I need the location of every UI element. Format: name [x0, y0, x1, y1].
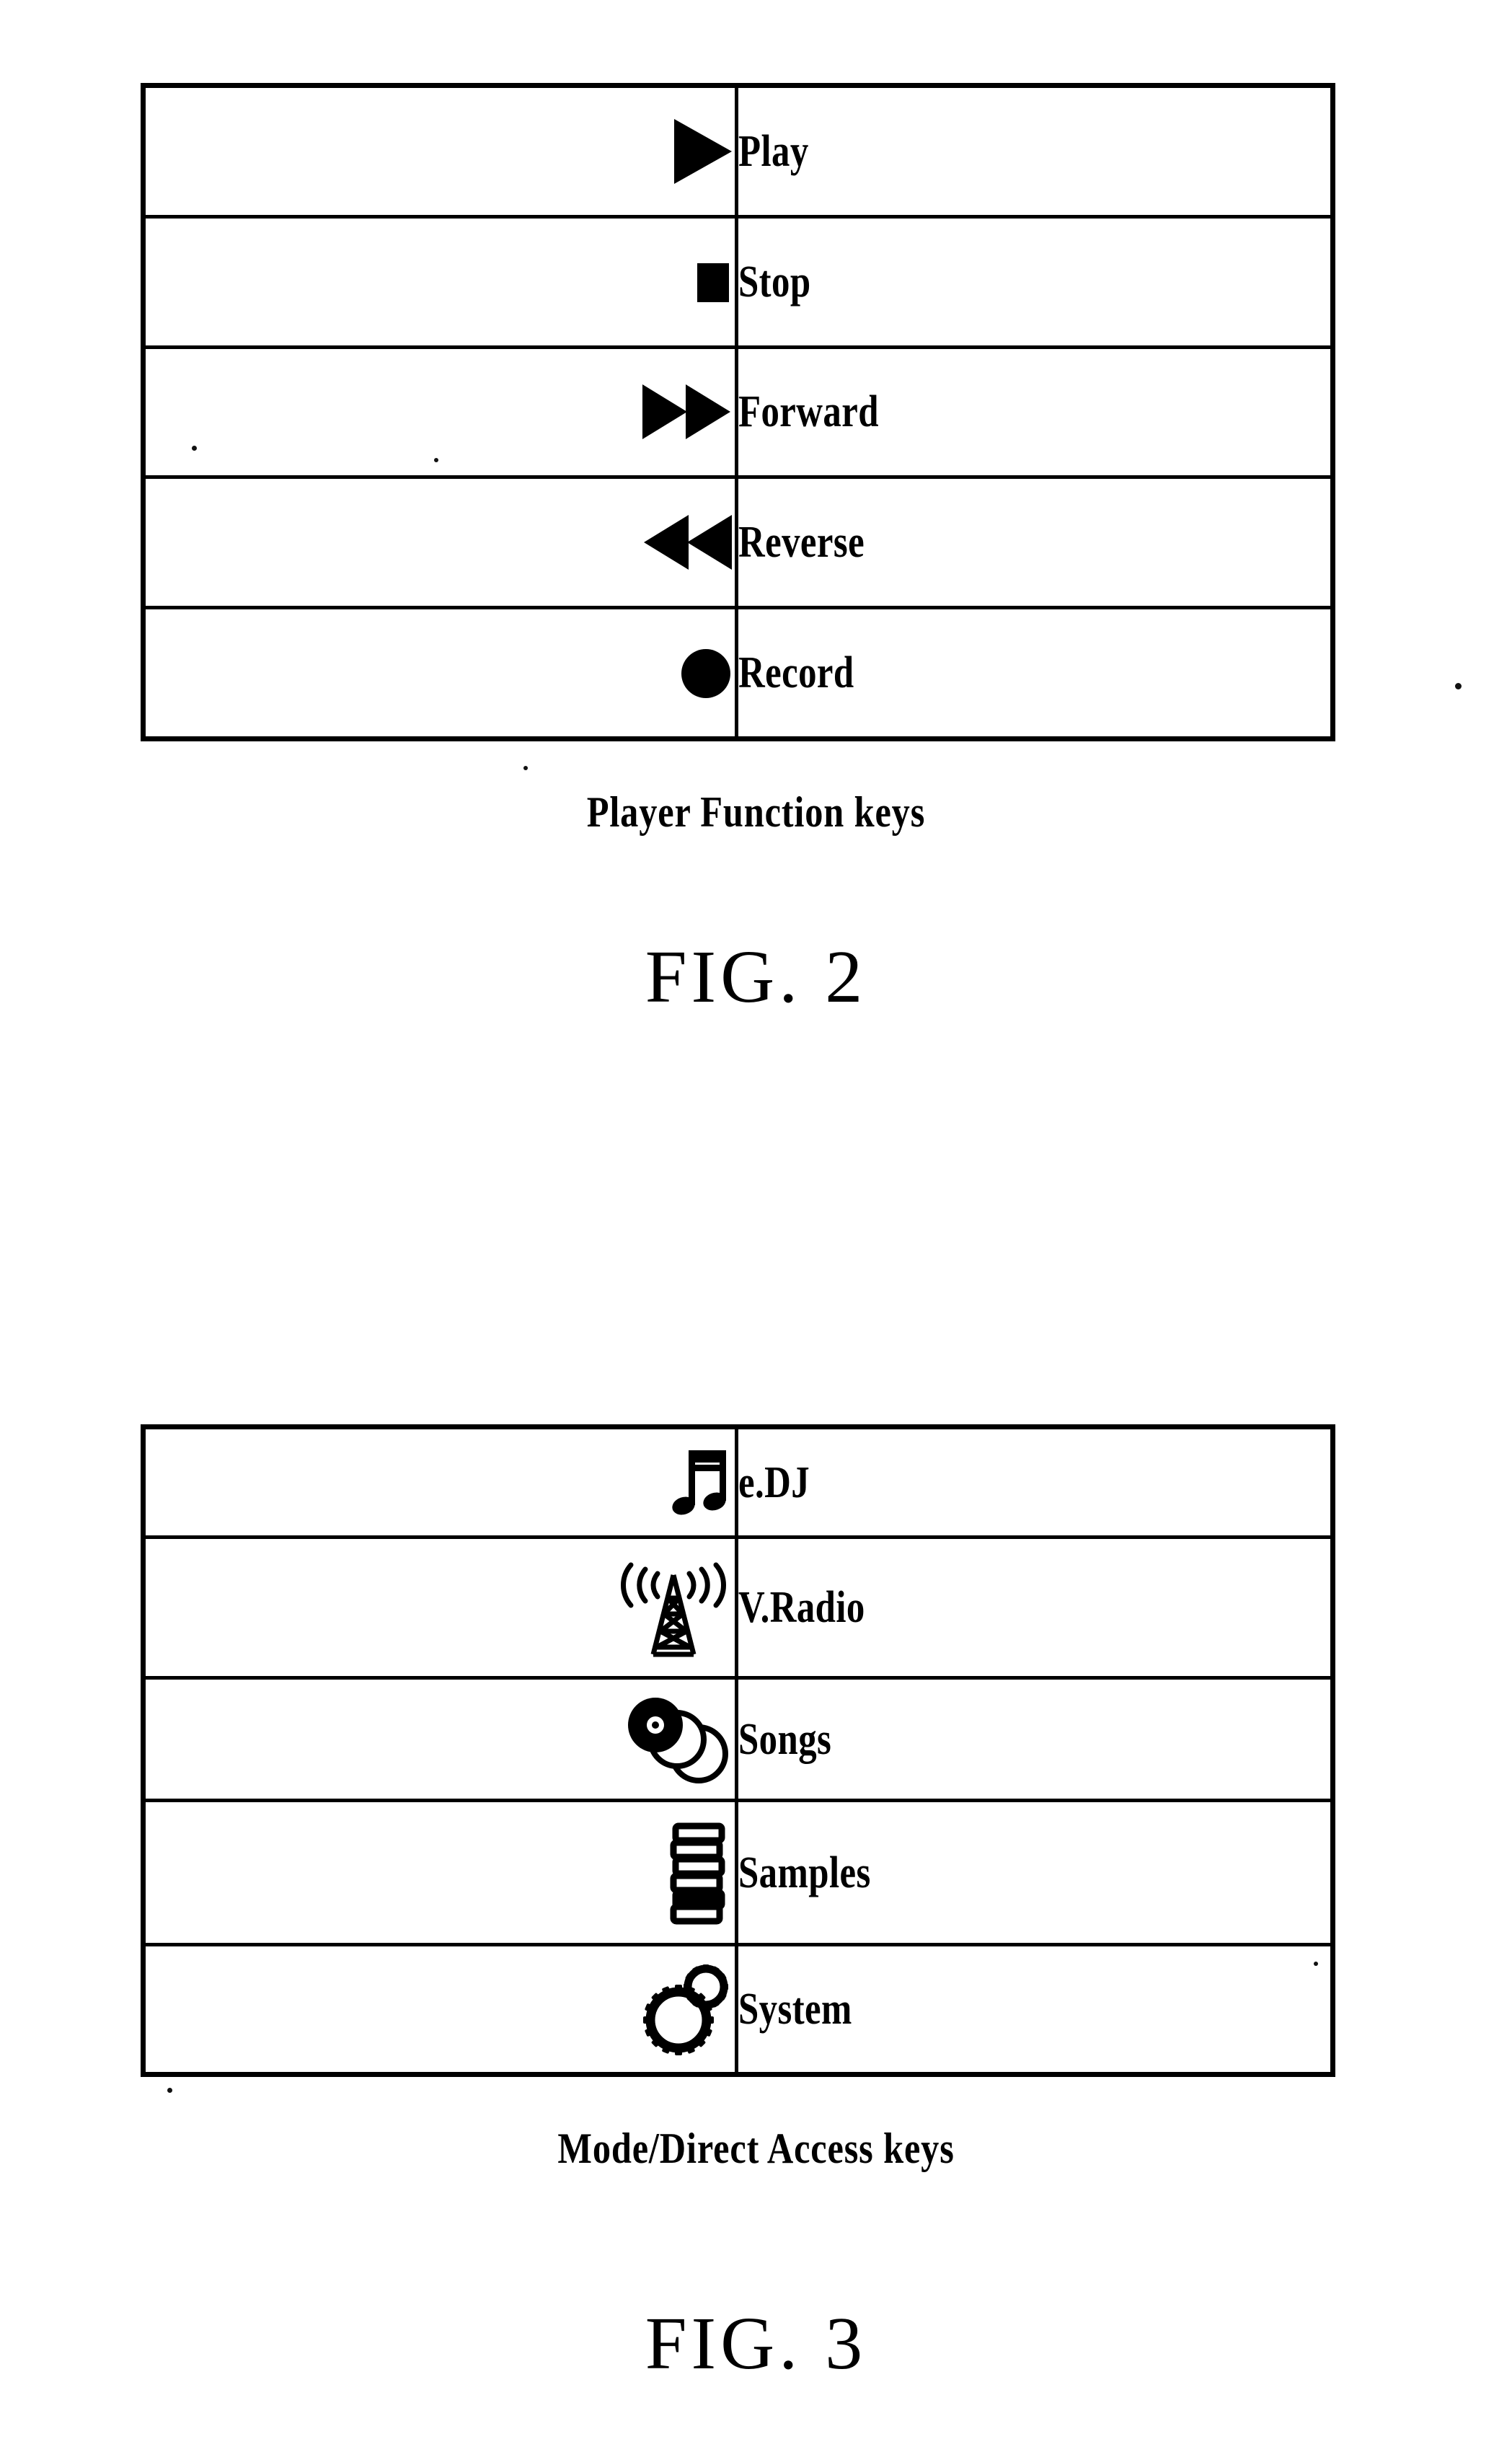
table-row[interactable]: Record [141, 605, 1335, 741]
row-label: Samples [738, 1848, 871, 1897]
samples-icon-cell[interactable] [141, 1799, 738, 1947]
vradio-icon-cell[interactable] [141, 1535, 738, 1680]
fig2-caption-text: Player Function keys [586, 788, 926, 836]
stacked-discs-icon [619, 1695, 735, 1784]
fig3-caption-text: Mode/Direct Access keys [557, 2125, 955, 2172]
scan-speck [192, 446, 197, 451]
play-icon-cell[interactable] [141, 83, 738, 219]
row-label: Forward [738, 387, 879, 437]
scan-speck [167, 2088, 172, 2093]
row-label: e.DJ [738, 1457, 810, 1507]
songs-icon-cell[interactable] [141, 1675, 738, 1803]
vradio-label-cell: V.Radio [735, 1535, 1335, 1680]
stop-square-icon [691, 247, 735, 317]
fig3-figure-label-text: FIG. 3 [645, 2302, 867, 2385]
table-row[interactable]: V.Radio [141, 1535, 1335, 1680]
table-row[interactable]: Reverse [141, 475, 1335, 609]
scan-speck [523, 766, 528, 770]
forward-label-cell: Forward [735, 345, 1335, 480]
system-label-cell: System [735, 1943, 1335, 2076]
gears-icon [637, 1962, 735, 2056]
table-row[interactable]: Play [141, 83, 1335, 219]
play-label-cell: Play [735, 83, 1335, 219]
table-row[interactable]: Songs [141, 1675, 1335, 1803]
rewind-double-triangle-icon [640, 508, 735, 577]
beamed-eighth-notes-icon [668, 1443, 735, 1522]
mode-direct-access-keys-table: e.DJ V.Radio Songs Samples System [141, 1424, 1335, 2077]
fig3-caption: Mode/Direct Access keys [0, 2124, 1512, 2174]
stop-label-cell: Stop [735, 215, 1335, 349]
scan-speck [1455, 683, 1462, 689]
row-label: Songs [738, 1714, 832, 1764]
play-triangle-icon [670, 117, 735, 186]
songs-label-cell: Songs [735, 1675, 1335, 1803]
table-row[interactable]: e.DJ [141, 1424, 1335, 1540]
fig2-figure-label-text: FIG. 2 [645, 935, 867, 1018]
record-circle-icon [677, 638, 735, 707]
table-row[interactable]: Forward [141, 345, 1335, 480]
record-icon-cell[interactable] [141, 605, 738, 741]
fig2-caption: Player Function keys [0, 788, 1512, 837]
fast-forward-double-triangle-icon [640, 377, 735, 446]
scan-speck [434, 458, 438, 462]
record-label-cell: Record [735, 605, 1335, 741]
row-label: V.Radio [738, 1583, 865, 1633]
reverse-label-cell: Reverse [735, 475, 1335, 609]
system-icon-cell[interactable] [141, 1943, 738, 2076]
table-row[interactable]: Samples [141, 1799, 1335, 1947]
edj-label-cell: e.DJ [735, 1424, 1335, 1540]
patent-drawing-sheet: Play Stop Forward Reverse Record Player … [0, 0, 1512, 2439]
player-function-keys-table: Play Stop Forward Reverse Record [141, 83, 1335, 741]
row-label: System [738, 1985, 852, 2034]
table-row[interactable]: Stop [141, 215, 1335, 349]
forward-icon-cell[interactable] [141, 345, 738, 480]
reverse-icon-cell[interactable] [141, 475, 738, 609]
broadcast-tower-icon [612, 1556, 735, 1659]
stop-icon-cell[interactable] [141, 215, 738, 349]
table-row[interactable]: System [141, 1943, 1335, 2076]
samples-label-cell: Samples [735, 1799, 1335, 1947]
row-label: Play [738, 127, 809, 177]
edj-icon-cell[interactable] [141, 1424, 738, 1540]
row-label: Record [738, 648, 854, 697]
row-label: Reverse [738, 517, 865, 567]
scan-speck [1314, 1962, 1318, 1966]
fig3-figure-label: FIG. 3 [0, 2301, 1512, 2386]
stacked-slabs-icon [660, 1820, 735, 1926]
row-label: Stop [738, 257, 811, 306]
fig2-figure-label: FIG. 2 [0, 934, 1512, 1020]
